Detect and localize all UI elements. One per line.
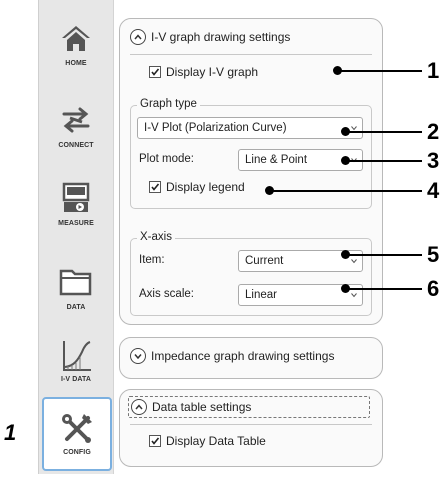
chevron-up-icon[interactable] [131, 399, 147, 415]
nav-data-label: DATA [66, 304, 86, 311]
home-icon [62, 26, 90, 51]
x-axis-group: X-axis Item: Current Axis scale: Linear [130, 231, 372, 316]
callout-number: 1 [427, 58, 440, 83]
plot-mode-value: Line & Point [245, 154, 308, 166]
nav-home[interactable]: HOME [39, 0, 113, 76]
display-iv-graph-label: Display I-V graph [166, 65, 259, 79]
iv-settings-title: I-V graph drawing settings [151, 30, 291, 44]
chevron-down-icon [351, 293, 357, 298]
display-legend-label: Display legend [166, 180, 245, 194]
graph-type-value: I-V Plot (Polarization Curve) [144, 122, 287, 134]
chevron-down-icon[interactable] [130, 348, 146, 364]
callout-line [270, 190, 422, 192]
chevron-up-icon[interactable] [130, 29, 146, 45]
callout-line [346, 131, 422, 133]
callout-line [346, 254, 422, 256]
callout-line [338, 70, 422, 72]
display-iv-graph-checkbox[interactable] [149, 66, 161, 78]
item-label: Item: [139, 254, 165, 266]
impedance-settings-panel: Impedance graph drawing settings [119, 337, 383, 379]
display-data-table-checkbox[interactable] [149, 435, 161, 447]
callout-number: 2 [427, 119, 440, 144]
callout-number: 5 [427, 242, 440, 267]
display-data-table-label: Display Data Table [166, 434, 266, 448]
header-divider [130, 424, 372, 425]
nav-connect-label: CONNECT [58, 142, 94, 149]
measure-icon [62, 182, 90, 212]
callout-line [346, 288, 422, 290]
impedance-settings-title: Impedance graph drawing settings [151, 349, 335, 363]
display-data-table-row[interactable]: Display Data Table [149, 434, 266, 448]
x-axis-item-value: Current [245, 255, 284, 267]
nav-iv-data-label: I-V DATA [60, 376, 92, 383]
connect-icon [62, 107, 90, 133]
tools-icon [62, 414, 92, 443]
graph-type-select[interactable]: I-V Plot (Polarization Curve) [137, 117, 363, 139]
display-iv-graph-row[interactable]: Display I-V graph [149, 65, 258, 79]
nav-iv-data[interactable]: I-V DATA [39, 318, 113, 394]
display-legend-row[interactable]: Display legend [149, 180, 245, 194]
nav-measure[interactable]: MEASURE [39, 160, 113, 236]
left-nav: HOME CONNECT MEASURE DATA I-V DATA CONFI… [38, 0, 114, 474]
impedance-settings-header[interactable]: Impedance graph drawing settings [130, 345, 334, 367]
nav-connect[interactable]: CONNECT [39, 80, 113, 156]
display-legend-checkbox[interactable] [149, 181, 161, 193]
axis-scale-value: Linear [245, 289, 277, 301]
data-table-settings-title: Data table settings [152, 400, 252, 414]
plot-mode-label: Plot mode: [139, 153, 194, 165]
nav-config-label: CONFIG [63, 449, 91, 456]
nav-data[interactable]: DATA [39, 240, 113, 316]
chevron-down-icon [351, 259, 357, 264]
header-divider [130, 54, 372, 55]
callout-number: 4 [427, 178, 440, 203]
data-table-settings-panel: Data table settings Display Data Table [119, 389, 383, 467]
config-callout-number: 1 [4, 420, 17, 445]
nav-config[interactable]: CONFIG [42, 397, 112, 471]
nav-home-label: HOME [65, 60, 87, 67]
axis-scale-label: Axis scale: [139, 288, 194, 300]
iv-chart-icon [63, 341, 91, 371]
x-axis-label: X-axis [137, 231, 175, 243]
callout-line [346, 160, 422, 162]
nav-measure-label: MEASURE [58, 220, 94, 227]
folder-icon [59, 269, 92, 296]
graph-type-label: Graph type [137, 98, 200, 110]
data-table-settings-header[interactable]: Data table settings [128, 396, 370, 418]
callout-number: 3 [427, 148, 440, 173]
iv-settings-header[interactable]: I-V graph drawing settings [130, 26, 290, 48]
iv-graph-settings-panel: I-V graph drawing settings Display I-V g… [119, 18, 383, 325]
callout-number: 6 [427, 276, 440, 301]
graph-type-group: Graph type I-V Plot (Polarization Curve)… [130, 98, 372, 209]
